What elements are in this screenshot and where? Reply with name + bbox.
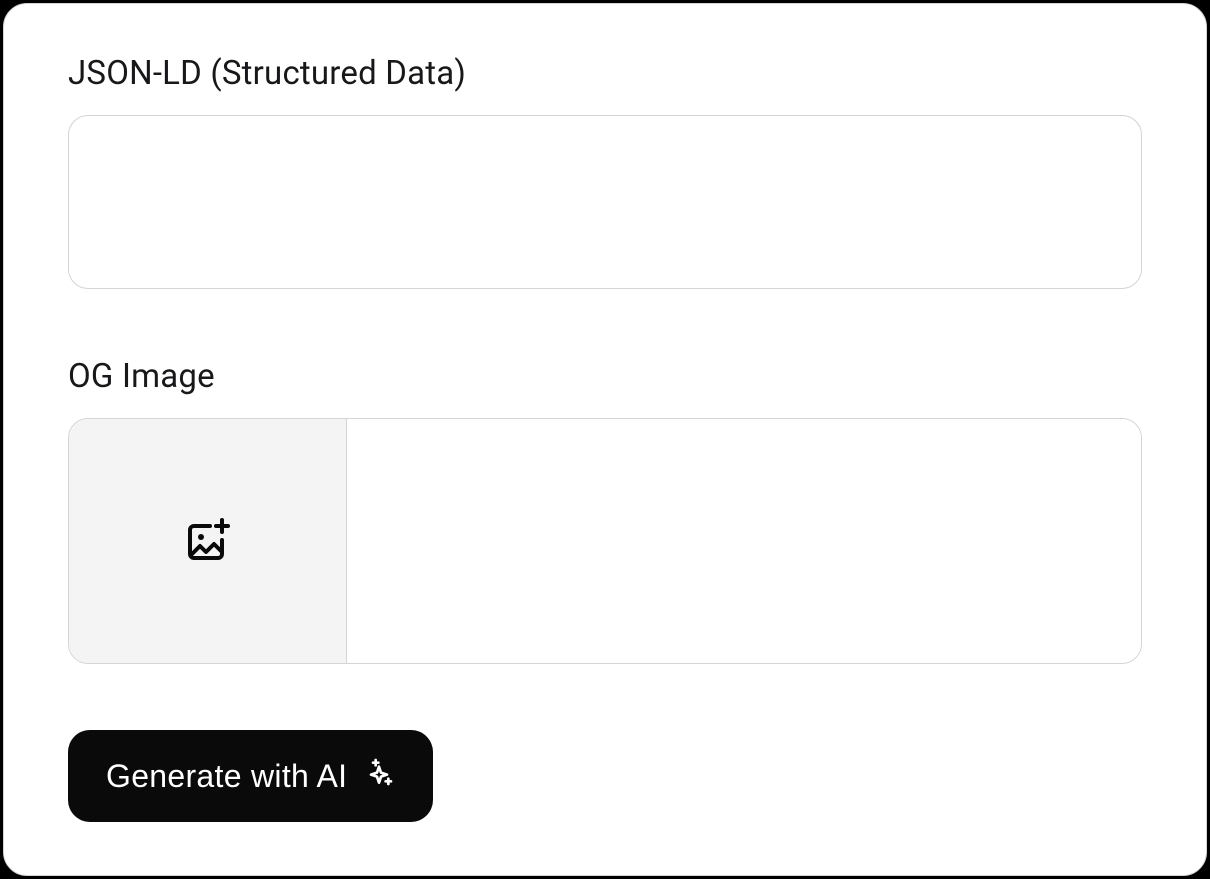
sparkles-icon [363,756,395,796]
jsonld-label: JSON-LD (Structured Data) [68,54,1142,93]
jsonld-textarea[interactable] [68,115,1142,289]
ogimage-field [68,418,1142,664]
image-plus-icon [184,516,232,567]
form-card: JSON-LD (Structured Data) OG Image Gener… [3,3,1207,876]
generate-button-label: Generate with AI [106,758,347,795]
ogimage-label: OG Image [68,357,1142,396]
upload-image-button[interactable] [69,419,347,663]
image-preview-area [347,419,1141,663]
generate-with-ai-button[interactable]: Generate with AI [68,730,433,822]
